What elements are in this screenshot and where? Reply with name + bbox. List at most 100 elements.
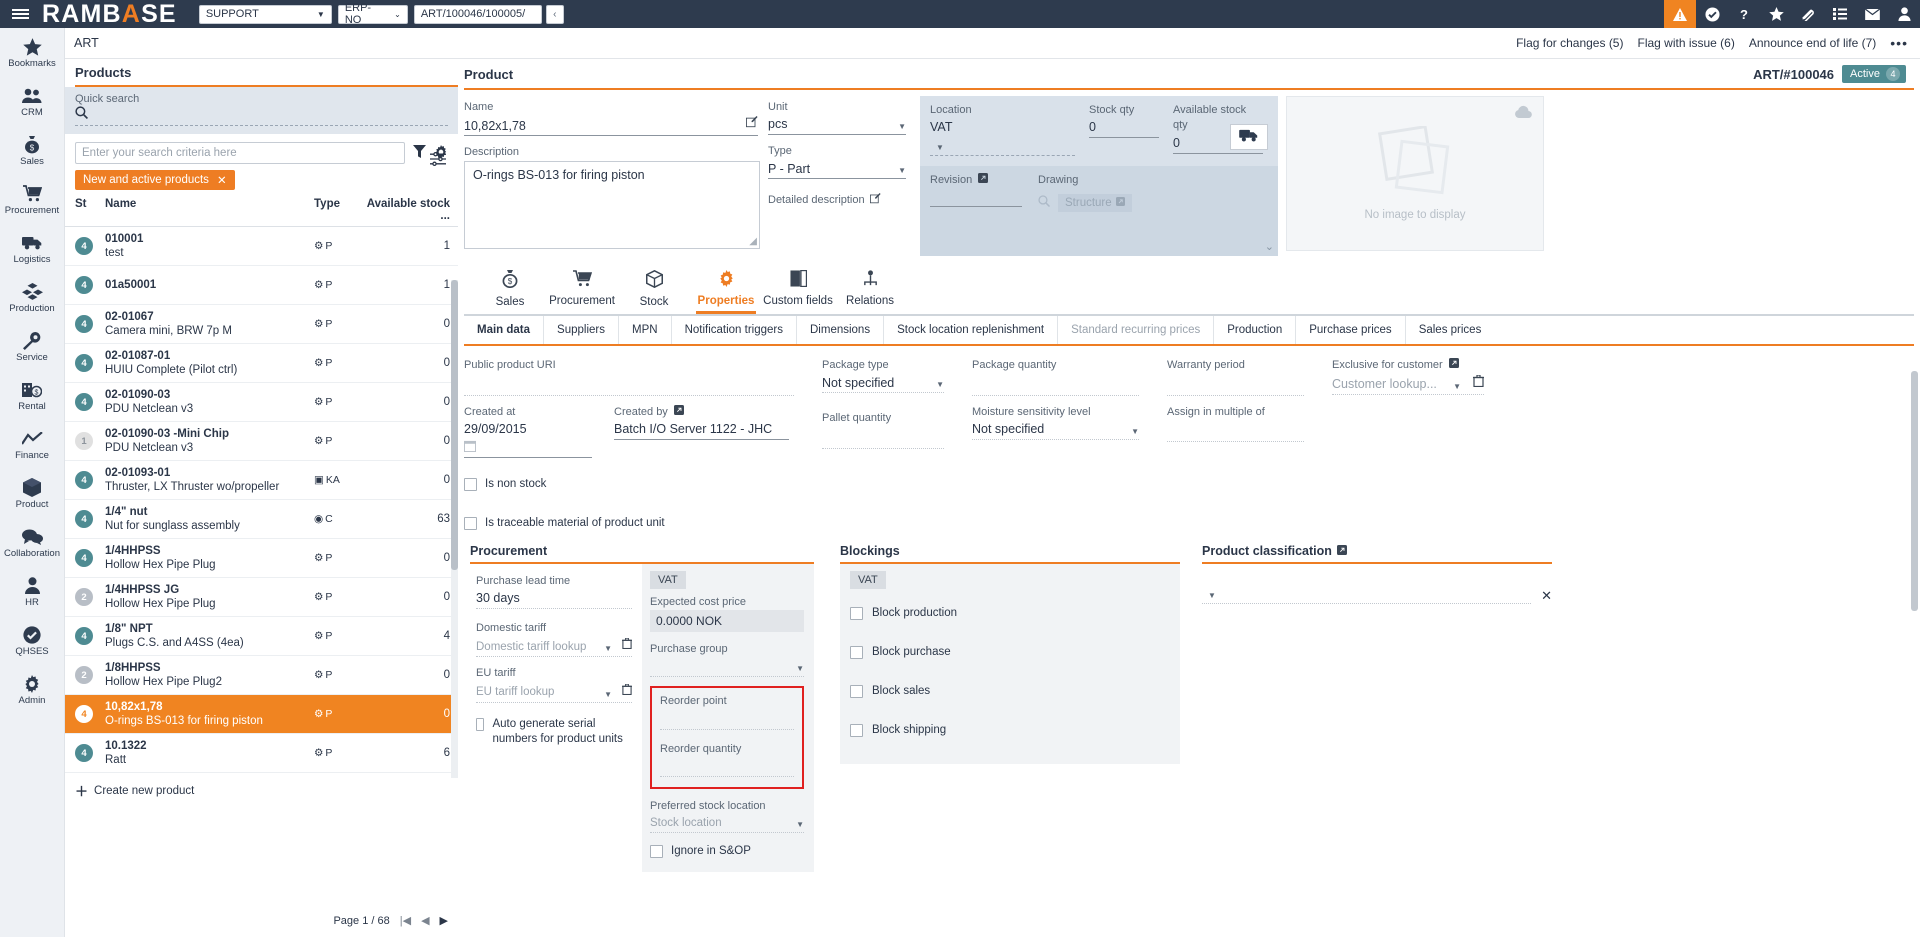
back-button[interactable]: ‹ <box>546 5 564 24</box>
subtab-standard-recurring-prices[interactable]: Standard recurring prices <box>1058 316 1214 344</box>
expected-cost-field[interactable]: Expected cost price 0.0000 NOK <box>650 595 804 632</box>
auto-serial-checkbox[interactable]: Auto generate serial numbers for product… <box>476 717 632 748</box>
main-scrollbar-thumb[interactable] <box>1911 371 1918 611</box>
help-icon[interactable]: ? <box>1728 0 1760 28</box>
external-link-icon[interactable] <box>1337 544 1347 558</box>
is-traceable-checkbox[interactable]: Is traceable material of product unit <box>464 517 794 530</box>
detailed-description-link[interactable]: Detailed description <box>768 191 906 209</box>
revision-field[interactable]: Revision <box>930 173 1022 211</box>
list-icon[interactable] <box>1824 0 1856 28</box>
domestic-tariff-field[interactable]: Domestic tariff Domestic tariff lookup ▼ <box>476 621 632 657</box>
rail-item-service[interactable]: Service <box>0 322 64 371</box>
delete-icon[interactable] <box>622 682 632 702</box>
subtab-stock-location-replenishment[interactable]: Stock location replenishment <box>884 316 1058 344</box>
resize-grip-icon[interactable]: ◢ <box>749 236 757 247</box>
tab-procurement[interactable]: Procurement <box>546 270 618 314</box>
block-production-checkbox[interactable]: Block production <box>850 607 1170 620</box>
rail-item-admin[interactable]: Admin <box>0 665 64 714</box>
next-page-icon[interactable]: ▶ <box>440 914 448 927</box>
tab-stock[interactable]: Stock <box>618 270 690 314</box>
create-new-product-button[interactable]: ＋ Create new product <box>65 773 458 800</box>
table-row-selected[interactable]: 4 10,82x1,78 O-rings BS-013 for firing p… <box>65 695 458 734</box>
exclusive-customer-field[interactable]: Exclusive for customer Customer lookup..… <box>1332 358 1484 394</box>
external-link-icon[interactable] <box>978 174 988 186</box>
rail-item-finance[interactable]: Finance <box>0 420 64 469</box>
subtab-production[interactable]: Production <box>1214 316 1296 344</box>
check-badge-icon[interactable] <box>1696 0 1728 28</box>
location-field[interactable]: Location VAT ▼ <box>930 103 1075 156</box>
star-icon[interactable] <box>1760 0 1792 28</box>
pallet-quantity-field[interactable]: Pallet quantity <box>822 411 944 448</box>
rail-item-hr[interactable]: HR <box>0 567 64 616</box>
mail-icon[interactable] <box>1856 0 1888 28</box>
structure-button[interactable]: Structure <box>1058 194 1132 212</box>
rail-item-product[interactable]: Product <box>0 469 64 518</box>
table-row[interactable]: 2 1/4HHPSS JG Hollow Hex Pipe Plug ⚙P 0 <box>65 578 458 617</box>
created-by-field[interactable]: Created by Batch I/O Server 1122 - JHC <box>614 405 789 458</box>
active-filter-chip[interactable]: New and active products ✕ <box>75 170 235 190</box>
name-field[interactable]: Name 10,82x1,78 <box>464 100 758 136</box>
preferred-stock-field[interactable]: Preferred stock location Stock location … <box>650 799 804 833</box>
subtab-notification-triggers[interactable]: Notification triggers <box>672 316 797 344</box>
subtab-mpn[interactable]: MPN <box>619 316 672 344</box>
package-type-field[interactable]: Package type Not specified ▼ <box>822 358 944 393</box>
rail-item-logistics[interactable]: Logistics <box>0 224 64 273</box>
chevron-down-icon[interactable]: ▼ <box>796 820 804 832</box>
filter-icon[interactable] <box>413 145 426 161</box>
chevron-down-icon[interactable]: ▼ <box>604 690 612 702</box>
purchase-group-field[interactable]: Purchase group ▼ <box>650 642 804 677</box>
chevron-down-icon[interactable]: ▼ <box>1208 591 1216 603</box>
table-row[interactable]: 4 02-01067 Camera mini, BRW 7p M ⚙P 0 <box>65 305 458 344</box>
tab-sales[interactable]: $ Sales <box>474 270 546 314</box>
close-icon[interactable]: ✕ <box>217 173 227 187</box>
user-icon[interactable] <box>1888 0 1920 28</box>
ignore-sop-checkbox[interactable]: Ignore in S&OP <box>650 845 804 858</box>
subtab-suppliers[interactable]: Suppliers <box>544 316 619 344</box>
table-row[interactable]: 4 1/4" nut Nut for sunglass assembly ◉C … <box>65 500 458 539</box>
table-row[interactable]: 4 02-01087-01 HUIU Complete (Pilot ctrl)… <box>65 344 458 383</box>
package-quantity-field[interactable]: Package quantity <box>972 358 1139 395</box>
search-criteria-input[interactable]: Enter your search criteria here <box>75 142 405 164</box>
warranty-field[interactable]: Warranty period <box>1167 358 1304 395</box>
chevron-down-icon[interactable]: ▼ <box>1453 382 1461 394</box>
tab-custom-fields[interactable]: Custom fields <box>762 270 834 314</box>
chevron-down-icon[interactable]: ▼ <box>604 644 612 656</box>
description-textarea[interactable]: O-rings BS-013 for firing piston ◢ <box>464 161 760 249</box>
subtab-sales-prices[interactable]: Sales prices <box>1406 316 1495 344</box>
classification-field[interactable]: ▼ ✕ <box>1202 564 1552 604</box>
action-announce-end-of-life[interactable]: Announce end of life (7) <box>1749 36 1876 50</box>
block-sales-checkbox[interactable]: Block sales <box>850 685 1170 698</box>
quick-search-input[interactable] <box>75 106 448 126</box>
table-row[interactable]: 2 1/8HHPSS Hollow Hex Pipe Plug2 ⚙P 0 <box>65 656 458 695</box>
prev-page-icon[interactable]: ◀ <box>421 914 429 927</box>
menu-hamburger-icon[interactable] <box>0 7 40 21</box>
subtab-main-data[interactable]: Main data <box>464 316 544 344</box>
public-uri-field[interactable]: Public product URI <box>464 358 794 395</box>
context-select[interactable]: SUPPORT ▼ <box>199 5 332 24</box>
rail-item-rental[interactable]: $ Rental <box>0 371 64 420</box>
attachment-icon[interactable] <box>1792 0 1824 28</box>
warning-icon[interactable] <box>1664 0 1696 28</box>
expand-chevron-icon[interactable]: ⌄ <box>1265 240 1274 253</box>
rail-item-bookmarks[interactable]: Bookmarks <box>0 28 64 77</box>
more-actions-icon[interactable]: ••• <box>1890 35 1912 51</box>
subtab-dimensions[interactable]: Dimensions <box>797 316 884 344</box>
unit-field[interactable]: Unit pcs ▼ <box>768 100 906 135</box>
tab-properties[interactable]: Properties <box>690 270 762 314</box>
tab-relations[interactable]: Relations <box>834 270 906 314</box>
chevron-down-icon[interactable]: ▼ <box>936 380 944 392</box>
reorder-quantity-field[interactable]: Reorder quantity <box>660 742 794 777</box>
table-row[interactable]: 4 10.1322 Ratt ⚙P 6 <box>65 734 458 773</box>
chevron-down-icon[interactable]: ▼ <box>1131 427 1139 439</box>
lead-time-field[interactable]: Purchase lead time 30 days <box>476 574 632 609</box>
rail-item-production[interactable]: Production <box>0 273 64 322</box>
chevron-down-icon[interactable]: ▼ <box>796 664 804 676</box>
reorder-point-field[interactable]: Reorder point <box>660 694 794 729</box>
eu-tariff-field[interactable]: EU tariff EU tariff lookup ▼ <box>476 666 632 702</box>
block-shipping-checkbox[interactable]: Block shipping <box>850 724 1170 737</box>
shipping-truck-button[interactable] <box>1230 124 1268 150</box>
table-row[interactable]: 1 02-01090-03 -Mini Chip PDU Netclean v3… <box>65 422 458 461</box>
is-non-stock-checkbox[interactable]: Is non stock <box>464 478 794 491</box>
rail-item-sales[interactable]: $ Sales <box>0 126 64 175</box>
moisture-field[interactable]: Moisture sensitivity level Not specified… <box>972 405 1139 440</box>
